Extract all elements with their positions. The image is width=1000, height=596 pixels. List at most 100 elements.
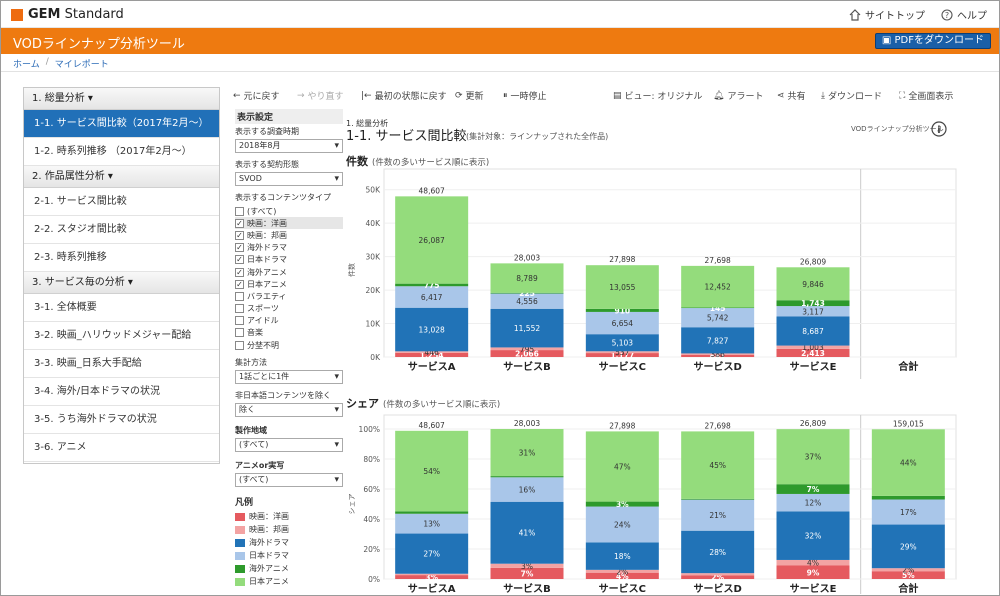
content-type-label: 表示するコンテンツタイプ — [235, 193, 331, 202]
sidebar-item[interactable]: 1-2. 時系列推移 （2017年2月〜） — [24, 138, 219, 166]
checkbox-checked-icon[interactable]: ✓ — [235, 279, 244, 289]
reset-button[interactable]: |← 最初の状態に戻す — [361, 89, 447, 103]
sidebar-item[interactable]: 2-1. サービス間比較 — [24, 188, 219, 216]
non-japanese-select[interactable]: 除く — [235, 403, 343, 417]
sidebar-section-header[interactable]: 3. サービス毎の分析 ▾ — [24, 272, 219, 294]
legend-item[interactable]: 海外アニメ — [235, 562, 343, 575]
content-type-option[interactable]: (すべて) — [235, 205, 343, 217]
content-type-option[interactable]: スポーツ — [235, 303, 343, 315]
checkbox-empty-icon[interactable] — [235, 291, 244, 301]
data-label: 5,103 — [612, 339, 634, 348]
content-type-option[interactable]: ✓ 海外アニメ — [235, 266, 343, 278]
checkbox-checked-icon[interactable]: ✓ — [235, 255, 244, 265]
legend-swatch — [235, 551, 245, 560]
data-label: 18% — [614, 552, 631, 561]
bar-segment[interactable] — [395, 511, 469, 514]
checkbox-checked-icon[interactable]: ✓ — [235, 230, 244, 240]
legend-item[interactable]: 映画：邦画 — [235, 523, 343, 536]
data-label: 37% — [805, 453, 822, 462]
pause-button[interactable]: ⏸ 一時停止 — [503, 89, 547, 103]
brand-logo[interactable]: GEM Standard — [11, 7, 124, 22]
undo-button[interactable]: ← 元に戻す — [233, 89, 280, 103]
content-type-option[interactable]: 音楽 — [235, 327, 343, 339]
breadcrumb-my-report[interactable]: マイレポート — [55, 57, 109, 70]
redo-button[interactable]: → やり直す — [297, 89, 344, 103]
fullscreen-button[interactable]: ⛶ 全画面表示 — [899, 89, 954, 103]
total-label: 27,898 — [609, 255, 635, 264]
pdf-download-button[interactable]: ▣ PDFをダウンロード — [874, 33, 991, 49]
content-type-option[interactable]: ✓ 映画：邦画 — [235, 229, 343, 241]
top-bar: GEM Standard サイトトップ ? ヘルプ — [1, 1, 999, 28]
non-japanese-label: 非日本語コンテンツを除く — [235, 391, 331, 400]
data-label: 9% — [807, 568, 820, 577]
checkbox-checked-icon[interactable]: ✓ — [235, 218, 244, 228]
region-select[interactable]: (すべて) — [235, 438, 343, 452]
total-label: 159,015 — [893, 419, 924, 428]
refresh-label: 更新 — [465, 92, 484, 102]
sidebar-item[interactable]: 3-4. 海外/日本ドラマの状況 — [24, 378, 219, 406]
data-label: 17% — [900, 508, 917, 517]
bar-segment[interactable] — [681, 573, 755, 576]
legend-item[interactable]: 映画：洋画 — [235, 510, 343, 523]
content-type-option[interactable]: ✓ 海外ドラマ — [235, 242, 343, 254]
content-type-label: 音楽 — [247, 328, 263, 338]
legend-item[interactable]: 海外ドラマ — [235, 536, 343, 549]
breadcrumb-home[interactable]: ホーム — [13, 57, 40, 70]
bar-segment[interactable] — [871, 495, 945, 500]
y-axis-label: 件数 — [347, 263, 356, 277]
reset-icon: |← — [361, 90, 372, 101]
data-label: 27% — [423, 550, 440, 559]
total-label: 26,809 — [800, 257, 826, 266]
data-label: 8,687 — [802, 327, 824, 336]
content-type-option[interactable]: バラエティ — [235, 290, 343, 302]
data-label: 6,654 — [612, 319, 634, 328]
fullscreen-label: 全画面表示 — [908, 92, 954, 102]
checkbox-empty-icon[interactable] — [235, 340, 244, 350]
refresh-button[interactable]: ⟳ 更新 — [455, 89, 484, 103]
legend-item[interactable]: 日本アニメ — [235, 575, 343, 588]
checkbox-empty-icon[interactable] — [235, 328, 244, 338]
brand-name-bold: GEM — [28, 7, 61, 22]
aggregation-select[interactable]: 1話ごとに1件 — [235, 370, 343, 384]
content-type-option[interactable]: 分埜不明 — [235, 339, 343, 351]
content-type-option[interactable]: ✓ 日本アニメ — [235, 278, 343, 290]
period-select[interactable]: 2018年8月 — [235, 139, 343, 153]
sidebar-item[interactable]: 3-2. 映画_ハリウッドメジャー配給 — [24, 322, 219, 350]
report-area: 1. 総量分析 1-1. サービス間比較 (集計対象：ラインナップされた全作品) VO… — [346, 109, 966, 595]
sidebar-item[interactable]: 3-6. アニメ — [24, 434, 219, 462]
sidebar-section-header[interactable]: 2. 作品属性分析 ▾ — [24, 166, 219, 188]
aggregation-label: 集計方法 — [235, 358, 267, 367]
site-top-link[interactable]: サイトトップ — [849, 7, 925, 22]
alert-button[interactable]: 🔔︎ アラート — [713, 89, 763, 103]
sidebar-item[interactable]: 2-3. 時系列推移 — [24, 244, 219, 272]
share-icon: ⋖ — [777, 90, 785, 101]
bar-segment[interactable] — [681, 498, 755, 500]
sidebar-item[interactable]: 3-5. うち海外ドラマの状況 — [24, 406, 219, 434]
checkbox-empty-icon[interactable] — [235, 316, 244, 326]
checkbox-checked-icon[interactable]: ✓ — [235, 267, 244, 277]
download-button[interactable]: ⤓ ダウンロード — [821, 89, 882, 103]
view-button[interactable]: ▤ ビュー: オリジナル — [613, 89, 702, 103]
legend-item[interactable]: 日本ドラマ — [235, 549, 343, 562]
bar-segment[interactable] — [490, 476, 564, 478]
sidebar-section-header[interactable]: 1. 総量分析 ▾ — [24, 88, 219, 110]
contract-select[interactable]: SVOD — [235, 172, 343, 186]
sidebar-item[interactable]: 1-1. サービス間比較（2017年2月〜） — [24, 110, 219, 138]
content-type-option[interactable]: ✓ 日本ドラマ — [235, 254, 343, 266]
caret-down-icon: ▾ — [87, 93, 93, 104]
content-type-option[interactable]: アイドル — [235, 315, 343, 327]
share-button[interactable]: ⋖ 共有 — [777, 89, 806, 103]
checkbox-checked-icon[interactable]: ✓ — [235, 243, 244, 253]
sidebar-item[interactable]: 2-2. スタジオ間比較 — [24, 216, 219, 244]
checkbox-empty-icon[interactable] — [235, 206, 244, 216]
sidebar-item[interactable]: 3-1. 全体概要 — [24, 294, 219, 322]
fullscreen-icon: ⛶ — [899, 90, 906, 101]
filter-panel-title: 表示設定 — [235, 109, 343, 124]
anime-live-select[interactable]: (すべて) — [235, 473, 343, 487]
content-type-option[interactable]: ✓ 映画：洋画 — [235, 217, 343, 230]
bar-segment[interactable] — [395, 573, 469, 576]
help-link[interactable]: ? ヘルプ — [941, 7, 987, 22]
checkbox-empty-icon[interactable] — [235, 304, 244, 314]
sidebar-item[interactable]: 3-3. 映画_日系大手配給 — [24, 350, 219, 378]
y-tick-label: 10K — [366, 320, 382, 329]
